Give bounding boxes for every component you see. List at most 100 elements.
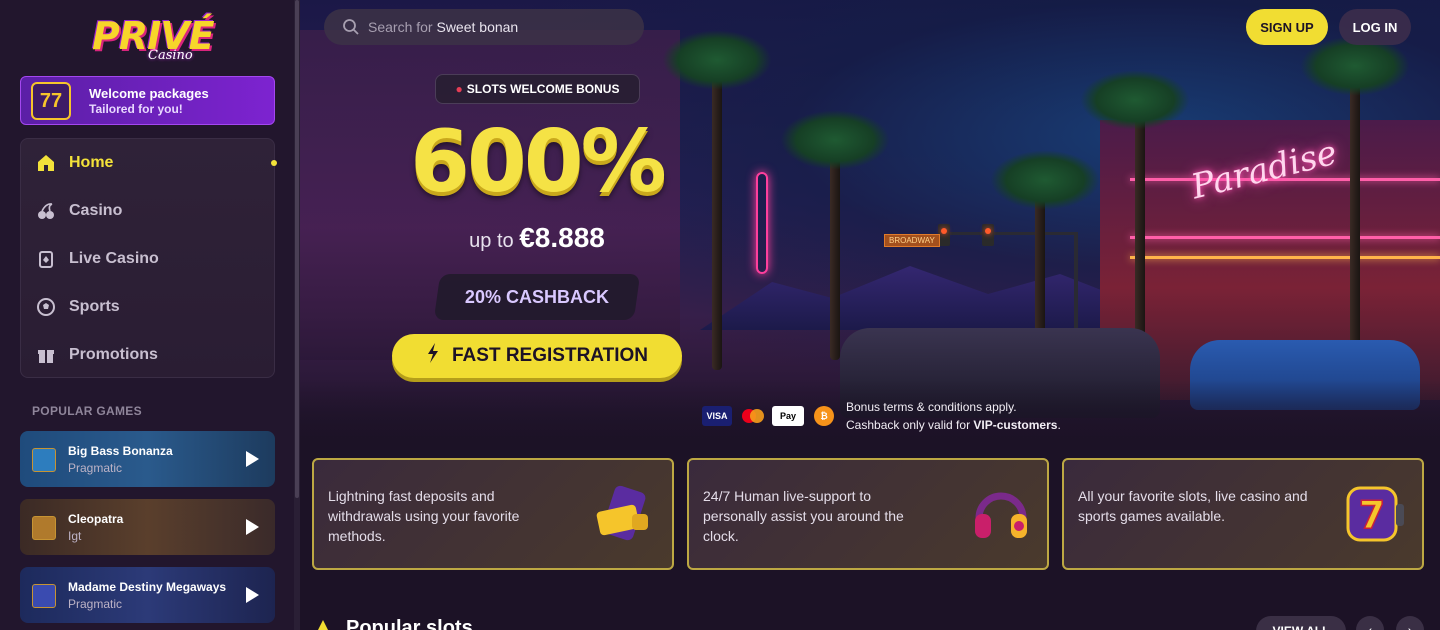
palm-tree: [1350, 60, 1360, 370]
cherry-icon: [35, 200, 57, 222]
nav-item-live-casino[interactable]: Live Casino: [21, 239, 274, 279]
nav-label-home: Home: [69, 154, 114, 171]
up-to-prefix: up to: [469, 230, 514, 252]
sign-up-button[interactable]: SIGN UP: [1246, 9, 1328, 45]
brand-logo[interactable]: PRIVÉ Casino: [88, 10, 215, 66]
game-thumbnail: [32, 448, 56, 472]
search-placeholder: Search for Sweet bonan: [368, 19, 518, 35]
feature-card-support: 24/7 Human live-support to personally as…: [687, 458, 1049, 570]
popular-games-title: POPULAR GAMES: [32, 404, 142, 418]
feature-card-games: All your favorite slots, live casino and…: [1062, 458, 1424, 570]
fast-registration-label: FAST REGISTRATION: [452, 345, 648, 366]
feature-text: All your favorite slots, live casino and…: [1078, 488, 1308, 524]
palm-leaves: [1300, 36, 1410, 96]
palm-leaves: [780, 110, 890, 170]
search-placeholder-prefix: Search for: [368, 19, 433, 35]
slot-seven-icon: 7: [1344, 482, 1408, 546]
search-suggestion: Sweet bonan: [436, 19, 519, 35]
bonus-percent: 600%: [410, 112, 667, 212]
game-thumbnail: [32, 584, 56, 608]
card-icon: [35, 248, 57, 270]
neon-stripe: [1130, 236, 1440, 239]
svg-text:7: 7: [1359, 493, 1385, 537]
play-icon[interactable]: [246, 519, 259, 535]
palm-leaves: [1080, 70, 1190, 130]
nav-item-home[interactable]: Home: [21, 143, 277, 183]
soccer-ball-icon: [35, 296, 57, 318]
search-input[interactable]: Search for Sweet bonan: [324, 9, 644, 45]
bonus-terms-text: Bonus terms & conditions apply.: [846, 400, 1017, 414]
game-title: Cleopatra: [68, 512, 124, 526]
popular-slots-title: Popular slots: [346, 617, 473, 630]
nav-item-casino[interactable]: Casino: [21, 191, 274, 231]
search-icon: [342, 18, 360, 36]
cashback-terms-text: Cashback only valid for VIP-customers.: [846, 418, 1061, 432]
neon-tube: [756, 172, 768, 274]
slot-seven-badge-icon: 77: [31, 82, 71, 120]
popular-slots-icon: [316, 620, 330, 630]
fast-registration-button[interactable]: FAST REGISTRATION: [392, 334, 682, 378]
feature-text: Lightning fast deposits and withdrawals …: [328, 488, 520, 544]
play-icon[interactable]: [246, 451, 259, 467]
traffic-pole: [940, 232, 1078, 235]
headset-icon: [969, 482, 1033, 546]
nav-label-sports: Sports: [69, 298, 120, 315]
cashback-terms-prefix: Cashback only valid for: [846, 418, 971, 432]
traffic-light-icon: [982, 224, 994, 246]
feature-text: 24/7 Human live-support to personally as…: [703, 488, 904, 544]
vip-customers-text[interactable]: VIP-customers: [973, 418, 1057, 432]
prev-arrow-icon[interactable]: ‹: [1356, 616, 1384, 630]
palm-leaves: [990, 150, 1100, 210]
active-indicator: [271, 160, 277, 166]
game-title: Madame Destiny Megaways: [68, 580, 227, 594]
street: [300, 380, 1440, 450]
up-to-amount: €8.888: [519, 222, 605, 253]
lightning-icon: [426, 343, 440, 369]
bonus-pill-label: SLOTS WELCOME BONUS: [466, 82, 620, 96]
broadway-sign: BROADWAY: [884, 234, 940, 247]
nav-item-promotions[interactable]: Promotions: [21, 335, 274, 375]
neon-stripe: [1130, 256, 1440, 259]
nav-label-casino: Casino: [69, 202, 123, 219]
gift-icon: [35, 344, 57, 366]
apple-pay-label: Pay: [779, 411, 796, 421]
nav-item-sports[interactable]: Sports: [21, 287, 274, 327]
home-icon: [35, 152, 57, 174]
welcome-packages-card[interactable]: 77 Welcome packages Tailored for you!: [20, 76, 275, 125]
cherry-icon: ●: [455, 82, 463, 96]
nav-label-live-casino: Live Casino: [69, 250, 159, 267]
game-provider: Igt: [68, 529, 82, 543]
scrollbar-thumb[interactable]: [295, 0, 299, 498]
apple-pay-icon: Pay: [772, 406, 804, 426]
play-icon[interactable]: [246, 587, 259, 603]
bitcoin-icon: ₿: [814, 406, 834, 426]
welcome-card-subtitle: Tailored for you!: [89, 102, 183, 116]
game-provider: Pragmatic: [68, 597, 123, 611]
main-nav: Home Casino Live Casino Sports Promotion…: [20, 138, 277, 378]
game-thumbnail: [32, 516, 56, 540]
welcome-card-title: Welcome packages: [89, 86, 209, 101]
cashback-terms-suffix: .: [1057, 418, 1061, 432]
sidebar: PRIVÉ Casino 77 Welcome packages Tailore…: [0, 0, 294, 630]
game-card-big-bass-bonanza[interactable]: Big Bass Bonanza Pragmatic: [20, 431, 275, 487]
traffic-light-icon: [938, 224, 950, 246]
log-in-button[interactable]: LOG IN: [1339, 9, 1411, 45]
bonus-amount: up to €8.888: [402, 222, 672, 254]
logo-sub: Casino: [148, 48, 193, 63]
visa-icon: VISA: [702, 406, 732, 426]
view-all-button[interactable]: VIEW ALL: [1256, 616, 1346, 630]
game-provider: Pragmatic: [68, 461, 123, 475]
mastercard-icon: [740, 406, 766, 426]
palm-tree: [830, 150, 840, 360]
game-card-madame-destiny-megaways[interactable]: Madame Destiny Megaways Pragmatic: [20, 567, 275, 623]
palm-tree: [712, 60, 722, 370]
next-arrow-icon[interactable]: ›: [1396, 616, 1424, 630]
cashback-pill: 20% CASHBACK: [433, 274, 641, 320]
feature-card-deposits: Lightning fast deposits and withdrawals …: [312, 458, 674, 570]
wallet-phone-icon: [594, 482, 658, 546]
cashback-label: 20% CASHBACK: [464, 286, 610, 307]
slots-welcome-bonus-pill: ● SLOTS WELCOME BONUS: [435, 74, 640, 104]
game-title: Big Bass Bonanza: [68, 444, 173, 458]
game-card-cleopatra[interactable]: Cleopatra Igt: [20, 499, 275, 555]
palm-leaves: [662, 30, 772, 90]
